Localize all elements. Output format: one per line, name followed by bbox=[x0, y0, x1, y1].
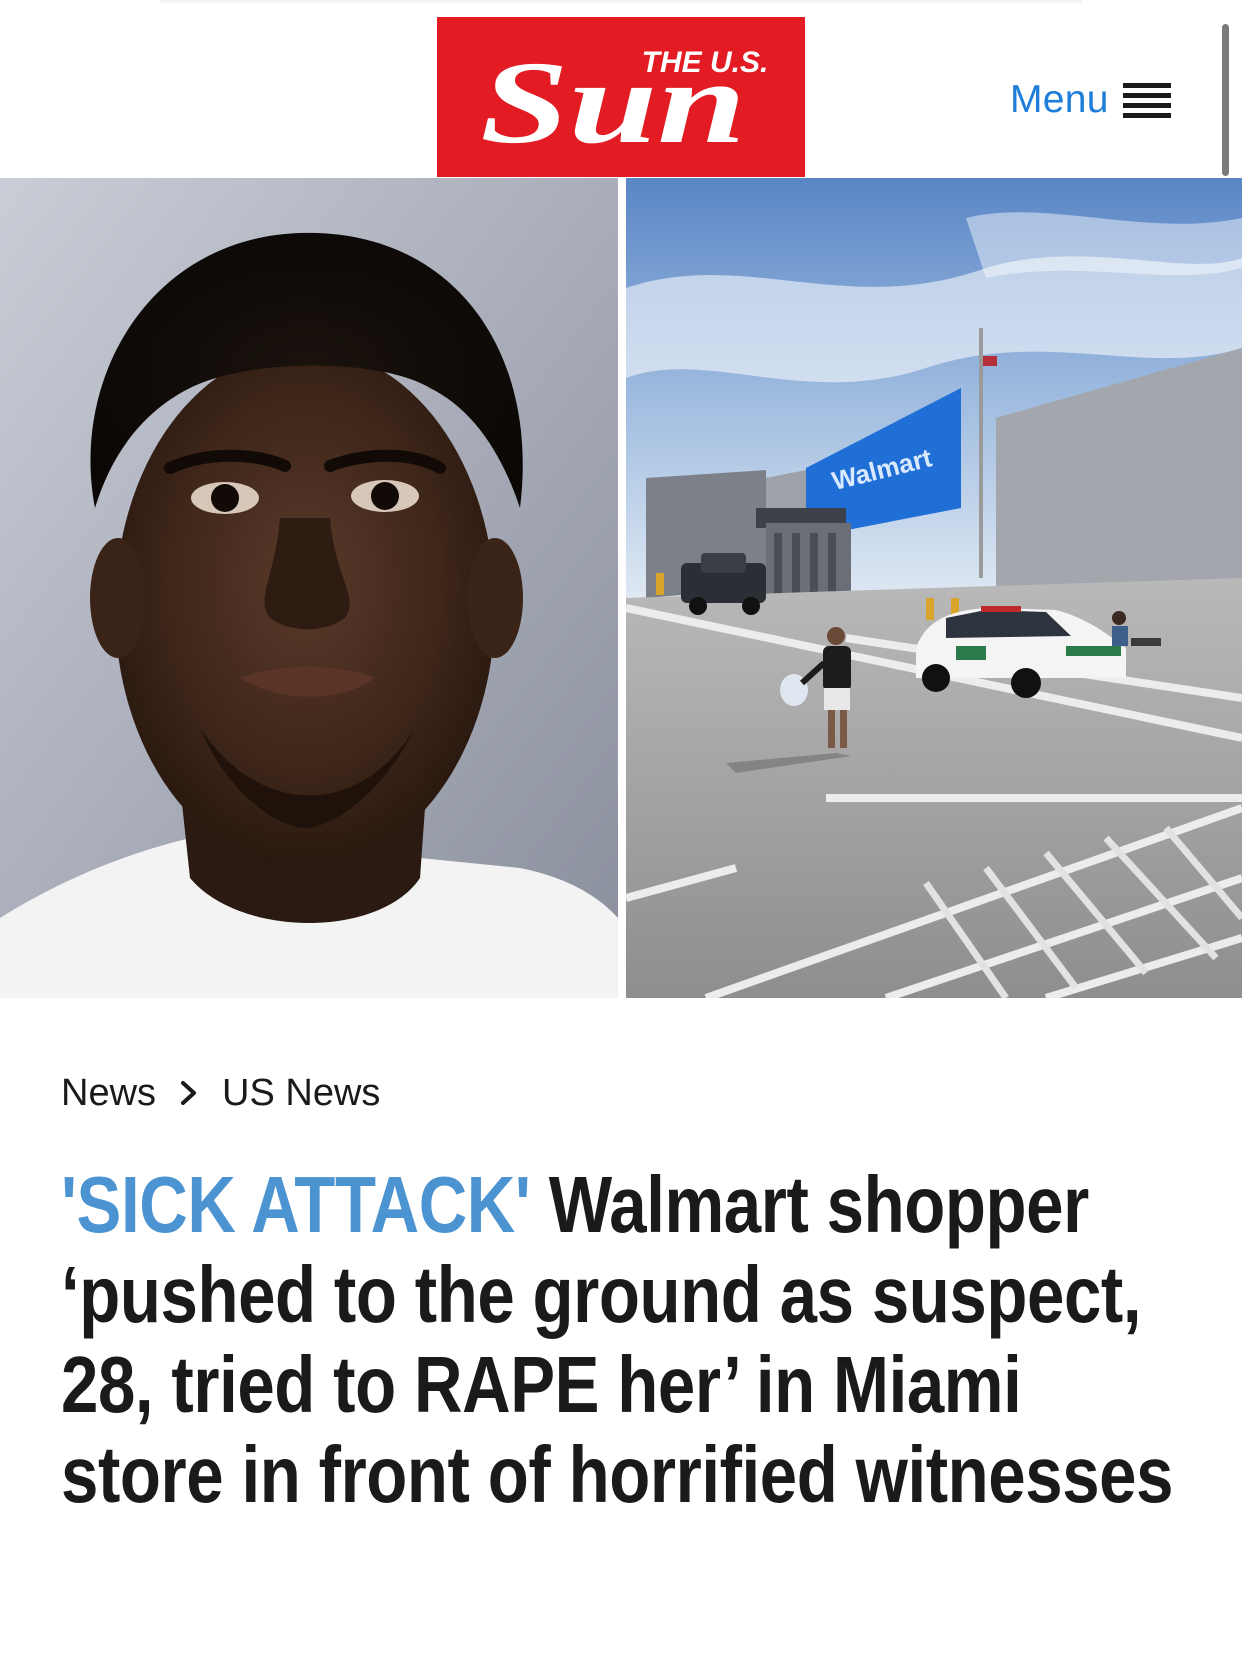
site-header: THE U.S. Sun Menu bbox=[0, 0, 1242, 178]
headline-kicker: 'SICK ATTACK' bbox=[61, 1160, 531, 1249]
suspect-mugshot-photo[interactable] bbox=[0, 178, 618, 998]
header-shadow bbox=[160, 0, 1082, 4]
sun-logo-icon: THE U.S. Sun bbox=[437, 17, 805, 177]
scrollbar[interactable] bbox=[1222, 24, 1229, 176]
breadcrumb: News US News bbox=[61, 1068, 380, 1118]
site-logo[interactable]: THE U.S. Sun bbox=[437, 17, 805, 177]
hero-images: Walmart bbox=[0, 178, 1242, 998]
store-image: Walmart bbox=[626, 178, 1242, 998]
menu-button[interactable]: Menu bbox=[1010, 70, 1171, 130]
walmart-store-photo[interactable]: Walmart bbox=[626, 178, 1242, 998]
article-headline[interactable]: 'SICK ATTACK' Walmart shopper ‘pushed to… bbox=[61, 1160, 1191, 1520]
hamburger-icon bbox=[1122, 80, 1171, 120]
breadcrumb-item-news[interactable]: News bbox=[61, 1072, 156, 1115]
logo-wordmark: Sun bbox=[480, 38, 746, 168]
breadcrumb-item-us-news[interactable]: US News bbox=[222, 1072, 380, 1115]
menu-label: Menu bbox=[1010, 78, 1109, 121]
chevron-right-icon bbox=[181, 1081, 197, 1105]
mugshot-image bbox=[0, 178, 618, 998]
